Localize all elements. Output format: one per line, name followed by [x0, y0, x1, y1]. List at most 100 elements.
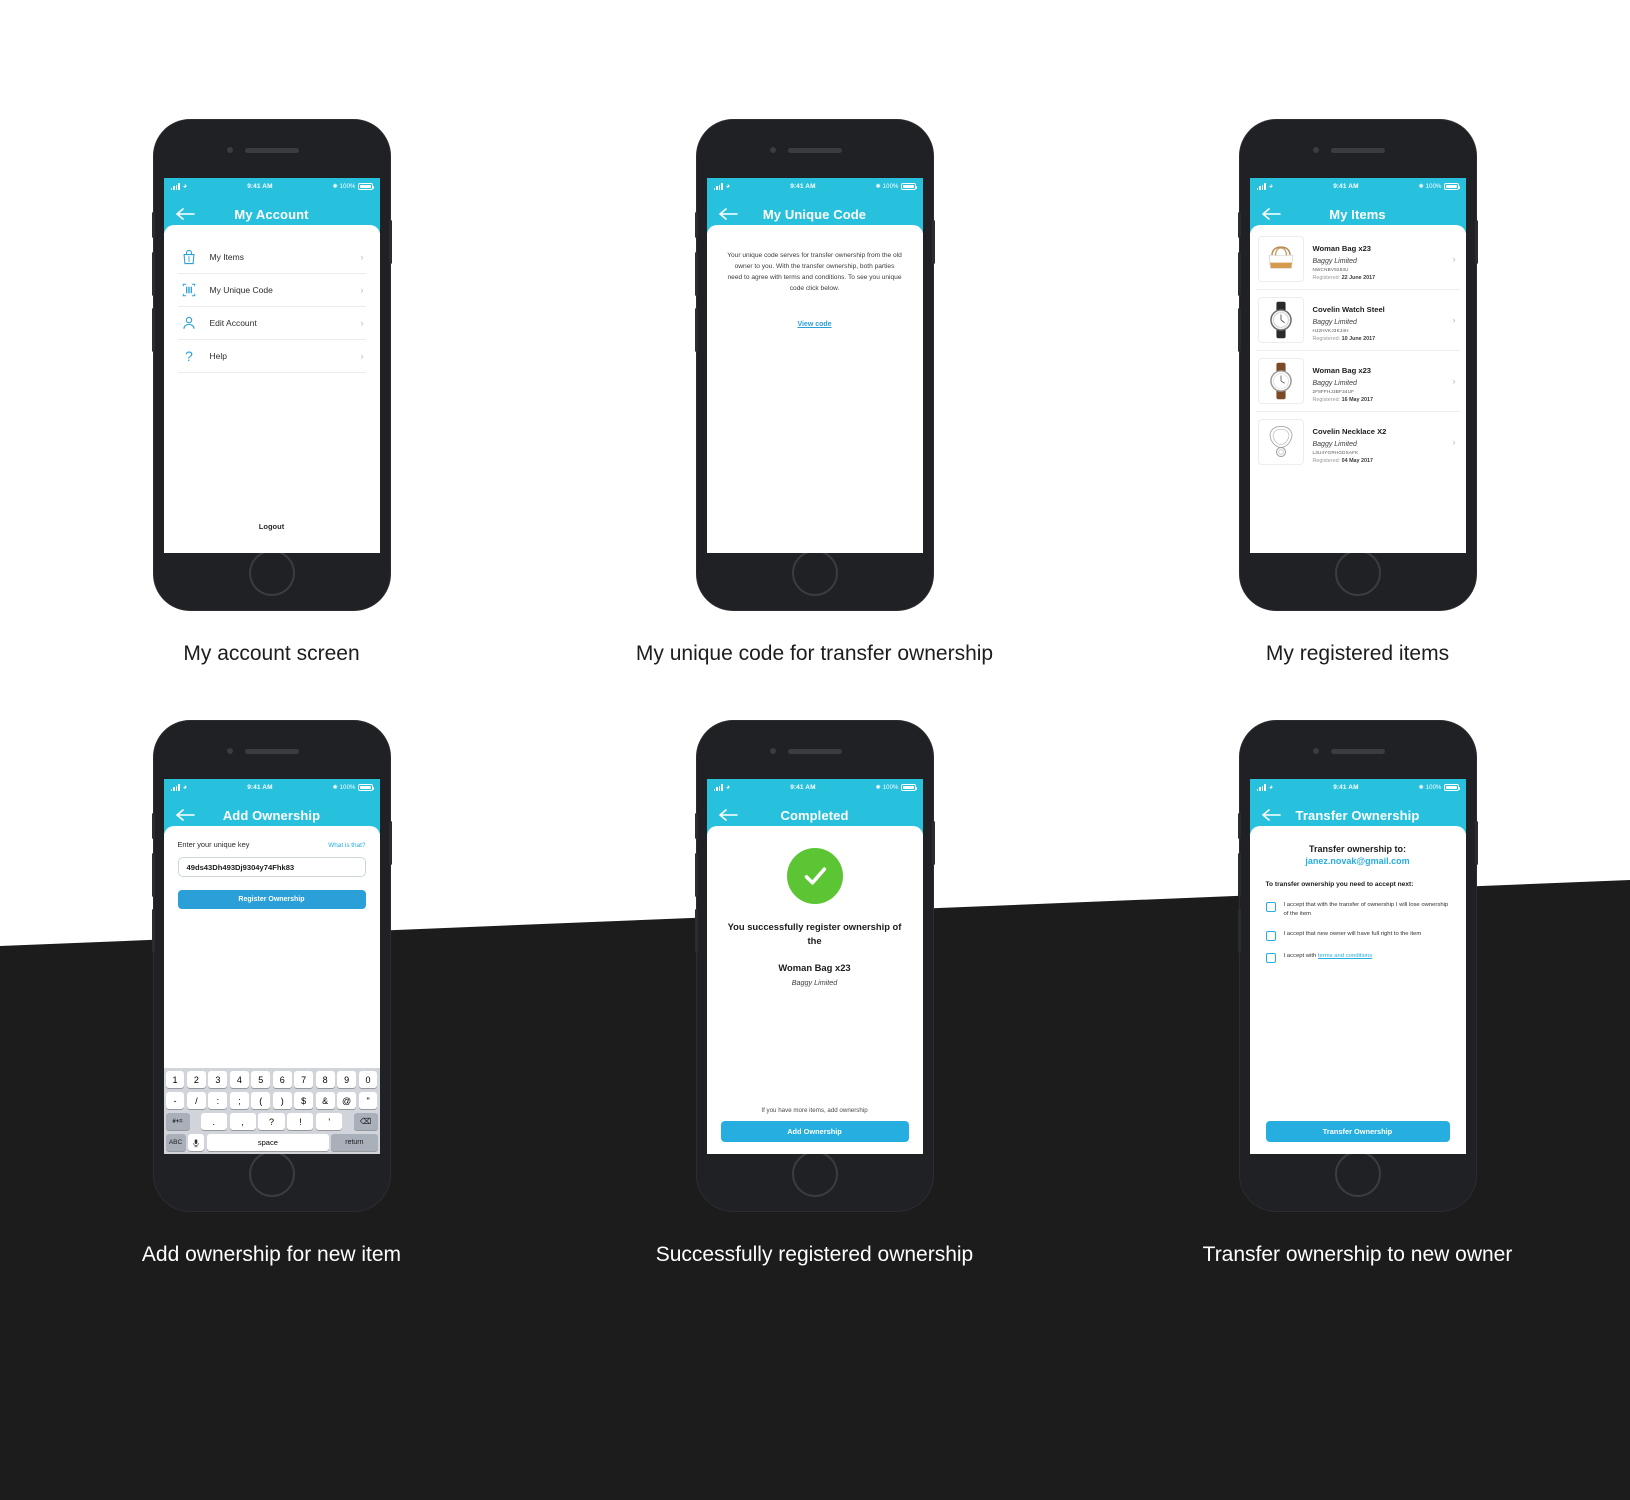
battery-percent: 100%	[339, 784, 356, 791]
back-arrow-icon[interactable]	[175, 808, 196, 822]
key-period[interactable]: .	[200, 1113, 227, 1130]
sidebar-item-label: Help	[209, 351, 227, 361]
volume-down-button[interactable]	[694, 909, 698, 953]
key-paren-open[interactable]: (	[251, 1092, 271, 1109]
power-button[interactable]	[388, 220, 392, 264]
home-button[interactable]	[248, 550, 295, 596]
key-6[interactable]: 6	[272, 1071, 292, 1088]
home-button[interactable]	[791, 1151, 838, 1197]
back-arrow-icon[interactable]	[175, 207, 196, 221]
status-bar-clock: 9:41 AM	[247, 183, 273, 190]
transfer-ownership-button[interactable]: Transfer Ownership	[1265, 1121, 1450, 1142]
checkbox-new-owner-rights[interactable]	[1265, 931, 1276, 942]
register-ownership-button[interactable]: Register Ownership	[177, 890, 366, 909]
checkbox-terms[interactable]	[1265, 953, 1276, 964]
status-bar-left: ◕	[1256, 183, 1274, 190]
home-button[interactable]	[1334, 1151, 1381, 1197]
home-button[interactable]	[248, 1151, 295, 1197]
microphone-icon[interactable]	[188, 1134, 205, 1151]
key-ampersand[interactable]: &	[315, 1092, 335, 1109]
key-abc-toggle[interactable]: ABC	[165, 1134, 186, 1151]
key-apostrophe[interactable]: '	[316, 1113, 343, 1130]
earpiece-speaker	[244, 749, 299, 754]
logout-button[interactable]: Logout	[164, 522, 380, 531]
item-serial-code: L3U4YGRHGDSAFK	[1312, 450, 1359, 455]
phone-frame-transfer-ownership: ◕ 9:41 AM ✺ 100% Transfer Ownership Tran…	[1237, 721, 1478, 1211]
what-is-that-link[interactable]: What is that?	[328, 842, 365, 849]
add-ownership-button[interactable]: Add Ownership	[720, 1121, 909, 1142]
view-code-link[interactable]: View code	[727, 321, 903, 328]
key-1[interactable]: 1	[165, 1071, 185, 1088]
list-item[interactable]: Covelin Watch Steel Baggy Limited HJ2HVK…	[1255, 290, 1460, 351]
home-button[interactable]	[1334, 550, 1381, 596]
backspace-icon[interactable]: ⌫	[353, 1113, 378, 1130]
item-meta: Covelin Necklace X2 Baggy Limited L3U4YG…	[1304, 421, 1453, 464]
status-bar-right: ✺ 100%	[1419, 784, 1460, 791]
return-key[interactable]: return	[331, 1134, 378, 1151]
key-7[interactable]: 7	[294, 1071, 314, 1088]
key-at[interactable]: @	[337, 1092, 357, 1109]
power-button[interactable]	[931, 220, 935, 264]
content-sheet: Enter your unique key What is that? 49ds…	[163, 826, 380, 1154]
key-4[interactable]: 4	[229, 1071, 249, 1088]
sidebar-item-help[interactable]: ? Help ›	[177, 340, 366, 373]
front-camera	[769, 147, 776, 153]
key-2[interactable]: 2	[186, 1071, 206, 1088]
sidebar-item-edit-account[interactable]: Edit Account ›	[177, 307, 366, 340]
checkbox-lose-ownership[interactable]	[1265, 901, 1276, 912]
sidebar-item-my-unique-code[interactable]: My Unique Code ›	[177, 274, 366, 307]
screen-completed: ◕ 9:41 AM ✺ 100% Completed You successfu…	[706, 779, 923, 1154]
consent-label-terms: I accept with terms and conditions	[1284, 952, 1373, 963]
spacebar-key[interactable]: space	[207, 1134, 329, 1151]
list-item[interactable]: Covelin Necklace X2 Baggy Limited L3U4YG…	[1256, 412, 1460, 472]
key-question[interactable]: ?	[258, 1113, 285, 1130]
volume-down-button[interactable]	[151, 909, 155, 953]
key-0[interactable]: 0	[358, 1071, 378, 1088]
consent-row-3[interactable]: I accept with terms and conditions	[1265, 952, 1450, 964]
key-slash[interactable]: /	[186, 1092, 206, 1109]
front-camera	[226, 147, 233, 153]
volume-down-button[interactable]	[151, 308, 155, 352]
key-8[interactable]: 8	[315, 1071, 335, 1088]
registered-date: 22 June 2017	[1341, 274, 1376, 281]
list-item[interactable]: Woman Bag x23 Baggy Limited 2F8FFHJ3BF34…	[1255, 351, 1460, 412]
key-symbols-toggle[interactable]: #+=	[165, 1113, 190, 1130]
key-3[interactable]: 3	[208, 1071, 228, 1088]
item-registered: Registered: 16 May 2017	[1313, 397, 1453, 403]
earpiece-speaker	[787, 148, 842, 153]
unique-key-input[interactable]: 49ds43Dh493Dj9304y74Fhk83	[177, 857, 366, 877]
volume-down-button[interactable]	[1237, 909, 1241, 953]
consent-row-1[interactable]: I accept that with the transfer of owner…	[1265, 901, 1450, 919]
terms-and-conditions-link[interactable]: terms and conditions	[1318, 953, 1372, 959]
page-title: Completed	[780, 807, 849, 823]
key-colon[interactable]: :	[208, 1092, 228, 1109]
key-comma[interactable]: ,	[229, 1113, 256, 1130]
back-arrow-icon[interactable]	[1261, 808, 1282, 822]
key-quote[interactable]: "	[358, 1092, 378, 1109]
volume-down-button[interactable]	[694, 308, 698, 352]
home-button[interactable]	[791, 550, 838, 596]
power-button[interactable]	[388, 821, 392, 865]
key-semicolon[interactable]: ;	[229, 1092, 249, 1109]
power-button[interactable]	[931, 821, 935, 865]
back-arrow-icon[interactable]	[1261, 207, 1282, 221]
list-item[interactable]: Woman Bag x23 Baggy Limited NWCNBV9283U …	[1255, 229, 1460, 290]
consent-row-2[interactable]: I accept that new owner will have full r…	[1265, 930, 1450, 942]
key-5[interactable]: 5	[251, 1071, 271, 1088]
key-dollar[interactable]: $	[294, 1092, 314, 1109]
power-button[interactable]	[1474, 220, 1478, 264]
volume-down-button[interactable]	[1237, 308, 1241, 352]
back-arrow-icon[interactable]	[718, 207, 739, 221]
back-arrow-icon[interactable]	[718, 808, 739, 822]
screens-row-2: ◕ 9:41 AM ✺ 100% Add Ownership Enter you…	[0, 666, 1630, 1267]
item-name: Covelin Watch Steel	[1312, 304, 1385, 314]
sidebar-item-my-items[interactable]: My Items ›	[177, 241, 366, 274]
signal-bars-icon	[713, 784, 723, 791]
handbag-thumb	[1257, 236, 1304, 282]
key-9[interactable]: 9	[337, 1071, 357, 1088]
key-paren-close[interactable]: )	[272, 1092, 292, 1109]
key-hyphen[interactable]: -	[165, 1092, 185, 1109]
power-button[interactable]	[1474, 821, 1478, 865]
key-exclamation[interactable]: !	[287, 1113, 314, 1130]
bluetooth-icon: ✺	[875, 785, 881, 791]
